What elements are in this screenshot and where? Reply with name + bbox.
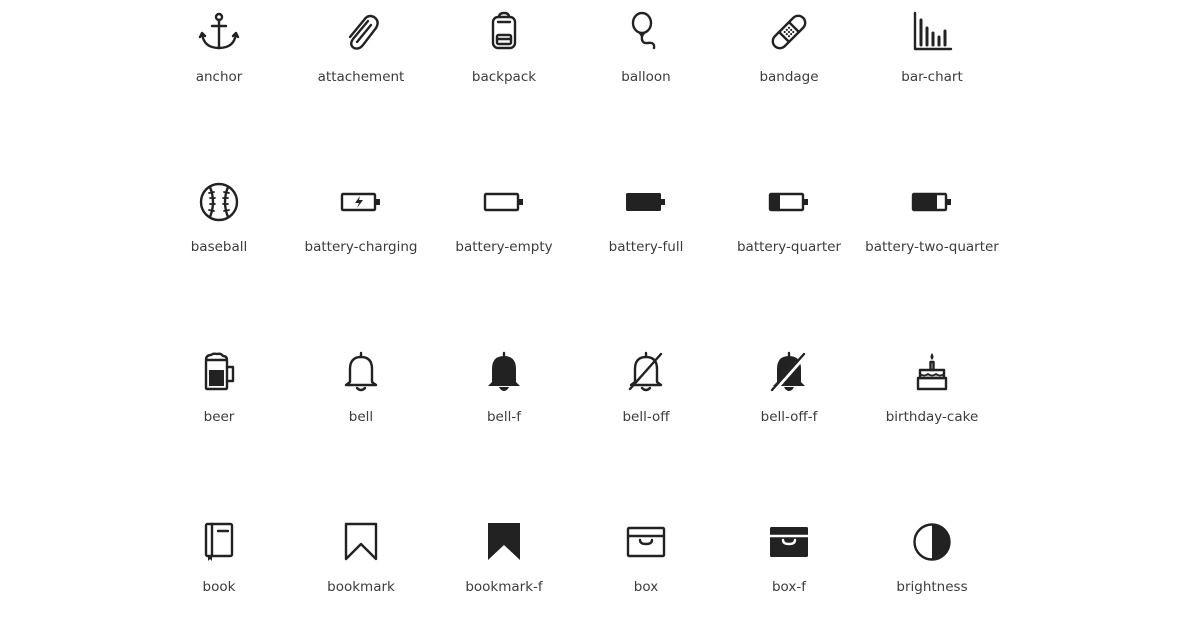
anchor-icon — [198, 12, 240, 50]
paperclip-icon — [348, 14, 379, 50]
icon-label: battery-empty — [455, 239, 553, 255]
icon-tile-backpack[interactable]: backpack — [433, 11, 575, 122]
icon-tile-bell-off-f[interactable]: bell-off-f — [718, 351, 860, 462]
icon-label: battery-full — [608, 239, 684, 255]
battery-full-icon — [626, 193, 665, 211]
icon-label: balloon — [621, 69, 671, 85]
icon-label: attachement — [317, 69, 405, 85]
icon-label: bell — [348, 409, 374, 425]
birthday-cake-icon — [916, 353, 948, 391]
icon-label: brightness — [896, 579, 968, 595]
icon-label: bookmark — [327, 579, 395, 595]
bell-icon — [344, 351, 378, 392]
icon-label: birthday-cake — [885, 409, 979, 425]
icon-tile-attachement[interactable]: attachement — [290, 12, 432, 122]
icon-label: box — [633, 579, 659, 595]
icon-label: bell-off-f — [760, 409, 818, 425]
battery-empty-icon — [483, 192, 523, 212]
icon-tile-battery-quarter[interactable]: battery-quarter — [718, 182, 860, 292]
icon-label: bar-chart — [901, 69, 963, 85]
icon-tile-book[interactable]: book — [148, 522, 290, 632]
icon-label: bell-f — [486, 409, 521, 425]
icon-tile-birthday-cake[interactable]: birthday-cake — [861, 352, 1003, 462]
bell-off-filled-icon — [770, 351, 808, 393]
bandage-icon — [771, 14, 807, 50]
icon-label: battery-charging — [304, 239, 418, 255]
battery-charging-icon — [340, 192, 380, 212]
icon-tile-beer[interactable]: beer — [148, 352, 290, 462]
icon-tile-bandage[interactable]: bandage — [718, 12, 860, 122]
icon-label: box-f — [771, 579, 807, 595]
icon-tile-bell-f[interactable]: bell-f — [433, 351, 575, 462]
backpack-icon — [491, 11, 517, 50]
icon-tile-battery-full[interactable]: battery-full — [575, 182, 717, 292]
bookmark-filled-icon — [488, 523, 520, 560]
icon-tile-box[interactable]: box — [575, 522, 717, 632]
bar-chart-icon — [913, 11, 953, 51]
book-icon — [204, 522, 234, 561]
icon-label: bell-off — [622, 409, 670, 425]
balloon-icon — [631, 11, 656, 50]
icon-tile-bookmark-f[interactable]: bookmark-f — [433, 522, 575, 632]
icon-tile-bar-chart[interactable]: bar-chart — [861, 11, 1003, 122]
icon-tile-bell[interactable]: bell — [290, 351, 432, 462]
bell-off-icon — [628, 351, 663, 392]
icon-label: beer — [203, 409, 235, 425]
icon-tile-balloon[interactable]: balloon — [575, 11, 717, 122]
box-filled-icon — [768, 527, 810, 557]
icon-label: anchor — [195, 69, 243, 85]
icon-tile-bookmark[interactable]: bookmark — [290, 522, 432, 632]
icon-tile-anchor[interactable]: anchor — [148, 12, 290, 122]
icon-tile-box-f[interactable]: box-f — [718, 522, 860, 632]
baseball-icon — [199, 182, 239, 222]
icon-tile-brightness[interactable]: brightness — [861, 522, 1003, 632]
icon-label: bookmark-f — [465, 579, 543, 595]
icon-tile-battery-empty[interactable]: battery-empty — [433, 182, 575, 292]
bell-filled-icon — [488, 351, 520, 391]
icon-tile-bell-off[interactable]: bell-off — [575, 351, 717, 462]
box-icon — [626, 526, 666, 558]
icon-label: book — [202, 579, 236, 595]
battery-quarter-icon — [768, 192, 808, 212]
bookmark-icon — [344, 522, 378, 561]
icon-tile-battery-two-quarter[interactable]: battery-two-quarter — [861, 182, 1003, 292]
icon-label: battery-quarter — [736, 239, 841, 255]
icon-label: battery-two-quarter — [865, 239, 999, 255]
icon-label: baseball — [190, 239, 248, 255]
brightness-icon — [913, 523, 951, 561]
battery-two-quarter-icon — [911, 192, 951, 212]
beer-icon — [204, 352, 235, 391]
icon-label: bandage — [759, 69, 819, 85]
icon-tile-battery-charging[interactable]: battery-charging — [290, 182, 432, 292]
icon-label: backpack — [471, 69, 537, 85]
icon-tile-baseball[interactable]: baseball — [148, 182, 290, 292]
